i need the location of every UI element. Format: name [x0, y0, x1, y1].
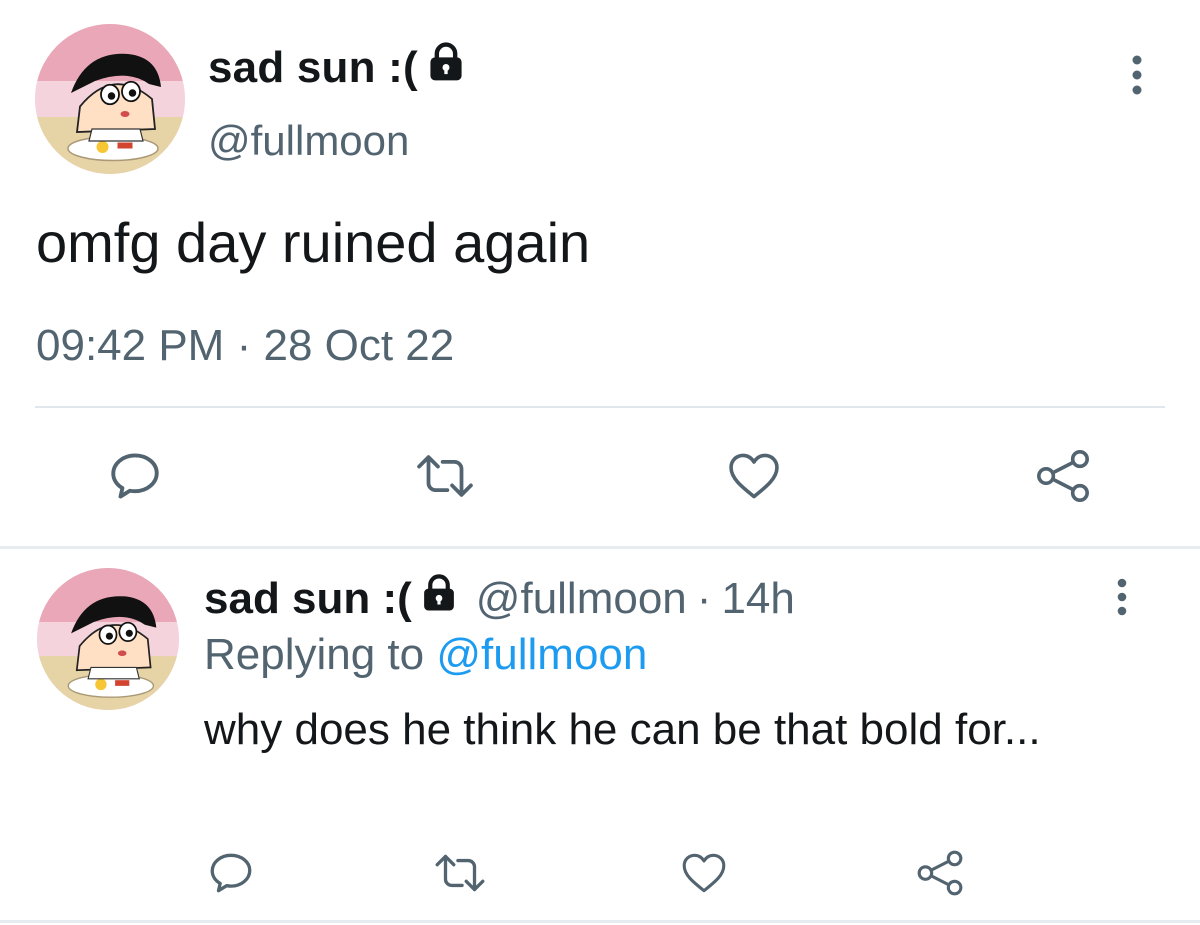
share-icon[interactable] — [912, 845, 968, 901]
heart-icon[interactable] — [722, 446, 786, 506]
replying-to-label: Replying to — [204, 630, 425, 679]
display-name-text: sad sun :( — [208, 42, 418, 92]
reply-icon[interactable] — [105, 446, 165, 506]
display-name[interactable]: sad sun :( — [204, 574, 412, 624]
tweet-time: 09:42 PM — [36, 321, 225, 370]
replying-to-link[interactable]: @fullmoon — [436, 630, 647, 679]
user-handle[interactable]: @fullmoon — [208, 117, 409, 165]
avatar-image — [35, 24, 185, 174]
more-vertical-icon[interactable] — [1122, 55, 1152, 95]
tweet-text: why does he think he can be that bold fo… — [204, 705, 1041, 754]
tweet-actions — [0, 446, 1200, 516]
heart-icon[interactable] — [676, 845, 732, 901]
display-name[interactable]: sad sun :( — [208, 40, 468, 95]
lock-icon — [418, 572, 460, 625]
meta-separator: · — [236, 321, 252, 370]
tweet-timestamp[interactable]: 09:42 PM · 28 Oct 22 — [36, 321, 454, 371]
avatar[interactable] — [35, 24, 185, 174]
tweet-text: omfg day ruined again — [36, 211, 591, 274]
reply-icon[interactable] — [205, 845, 257, 901]
avatar[interactable] — [37, 568, 179, 710]
meta-separator: · — [696, 573, 712, 623]
tweet-separator — [0, 920, 1200, 923]
share-icon[interactable] — [1030, 446, 1096, 506]
avatar-image — [37, 568, 179, 710]
tweet-actions — [0, 845, 1200, 905]
user-handle[interactable]: @fullmoon — [476, 574, 687, 624]
lock-icon — [424, 40, 468, 95]
reply-header: sad sun :( @fullmoon · 14h — [204, 572, 795, 625]
tweet-date: 28 Oct 22 — [263, 321, 455, 370]
tweet-time[interactable]: 14h — [721, 574, 794, 624]
retweet-icon[interactable] — [430, 845, 490, 901]
more-vertical-icon[interactable] — [1108, 577, 1136, 617]
replying-to: Replying to @fullmoon — [204, 630, 647, 680]
retweet-icon[interactable] — [410, 446, 480, 506]
divider — [35, 406, 1165, 408]
tweet-separator — [0, 546, 1200, 549]
tweet-thread: sad sun :( @fullmoon omfg day ruined aga… — [0, 0, 1200, 925]
